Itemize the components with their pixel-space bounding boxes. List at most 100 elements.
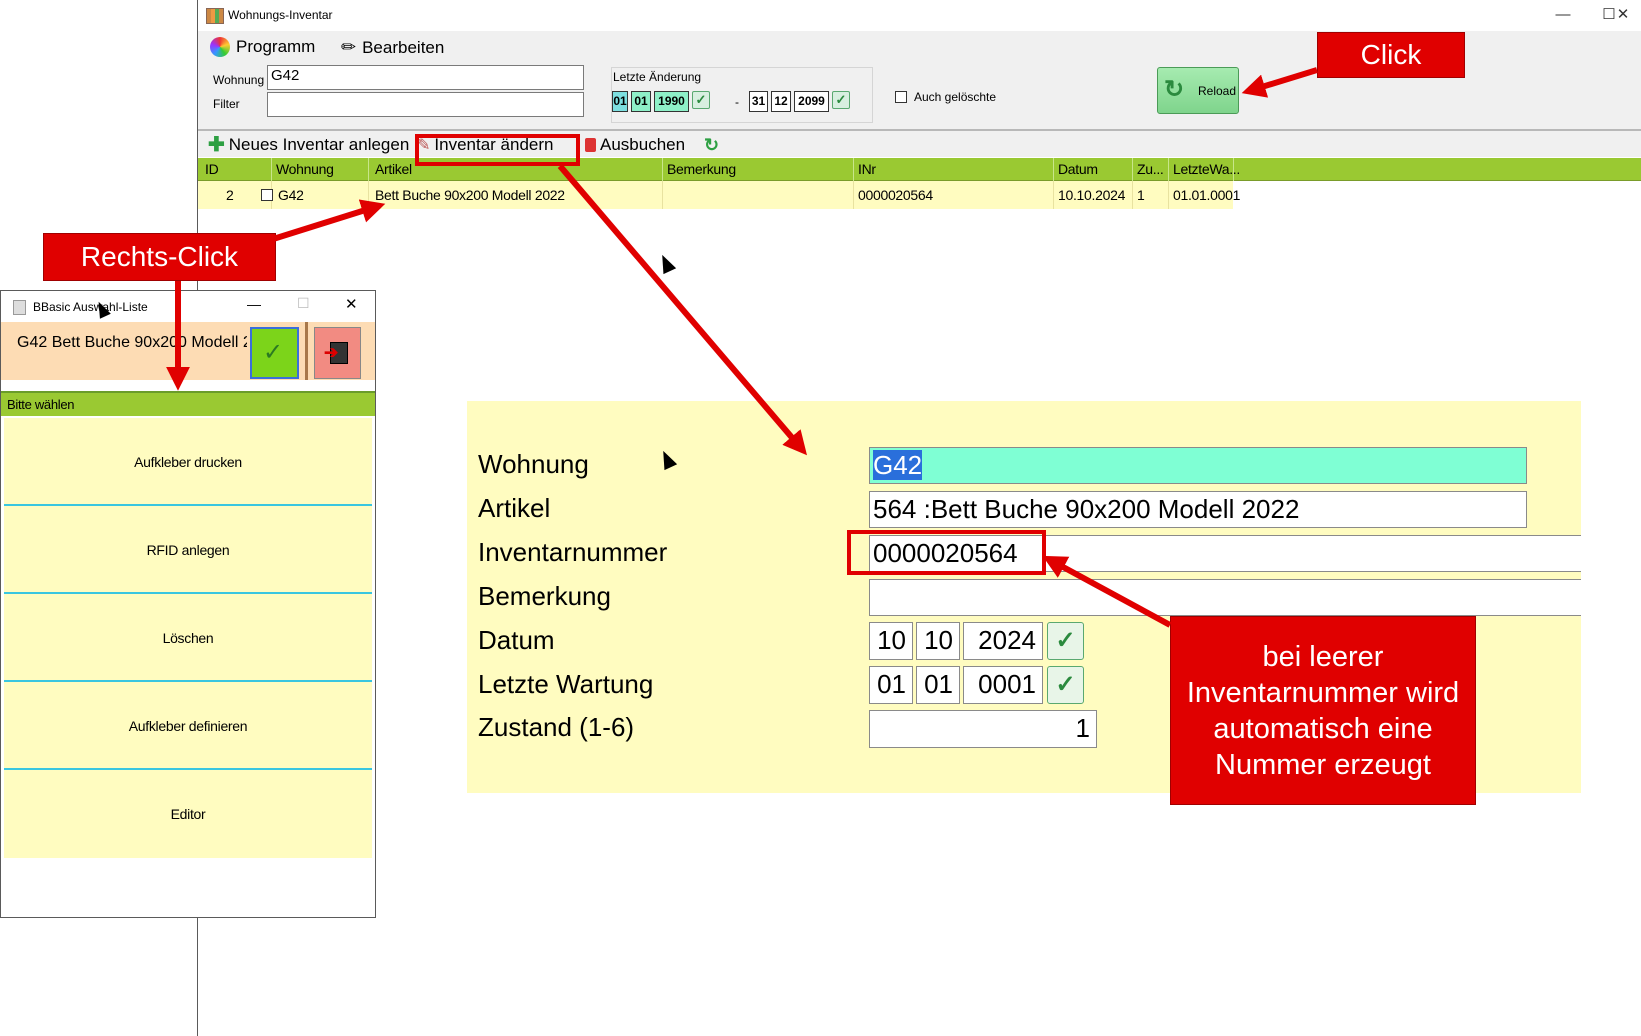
exit-button[interactable]: ➔ bbox=[314, 327, 361, 379]
calendar-icon[interactable]: ✓ bbox=[1047, 622, 1084, 660]
filter-label: Filter bbox=[213, 97, 240, 111]
calendar-icon[interactable]: ✓ bbox=[692, 91, 710, 109]
wartung-year-field[interactable]: 0001 bbox=[963, 666, 1043, 704]
menu-item-rfid[interactable]: RFID anlegen bbox=[4, 506, 372, 594]
right-click-callout: Rechts-Click bbox=[43, 233, 276, 281]
cell-artikel: Bett Buche 90x200 Modell 2022 bbox=[375, 187, 565, 203]
artikel-field[interactable]: 564 :Bett Buche 90x200 Modell 2022 bbox=[869, 491, 1527, 528]
artikel-label: Artikel bbox=[478, 493, 551, 523]
checkmark-icon: ✓ bbox=[263, 339, 284, 366]
to-day-field[interactable]: 31 bbox=[749, 91, 768, 112]
highlight-box bbox=[847, 530, 1046, 575]
from-day-field[interactable]: 01 bbox=[612, 91, 628, 112]
highlight-box bbox=[415, 134, 580, 166]
menu-item-print-sticker[interactable]: Aufkleber drucken bbox=[4, 418, 372, 506]
from-month-field[interactable]: 01 bbox=[631, 91, 651, 112]
wartung-month-field[interactable]: 01 bbox=[916, 666, 960, 704]
minimize-button[interactable]: — bbox=[1548, 4, 1578, 26]
new-inventory-button[interactable]: ✚ Neues Inventar anlegen bbox=[208, 135, 409, 155]
menu-item-editor[interactable]: Editor bbox=[4, 770, 372, 858]
column-divider bbox=[662, 158, 663, 181]
plus-icon: ✚ bbox=[208, 134, 225, 156]
column-divider bbox=[368, 181, 369, 209]
selection-window: BBasic Auswahl-Liste — ☐ ✕ G42 Bett Buch… bbox=[0, 290, 376, 918]
reload-button[interactable]: ↻ Reload bbox=[1157, 67, 1239, 114]
refresh-icon: ↻ bbox=[1164, 76, 1185, 103]
selection-header-text: G42 Bett Buche 90x200 Modell 2022 bbox=[17, 334, 247, 351]
column-header[interactable]: ID bbox=[205, 161, 219, 177]
column-divider bbox=[853, 181, 854, 209]
selection-divider bbox=[305, 322, 308, 380]
auto-number-callout: bei leerer Inventarnummer wird automatis… bbox=[1170, 616, 1476, 805]
cell-letzte-wartung: 01.01.0001 bbox=[1173, 187, 1241, 203]
menu-programm[interactable]: Programm bbox=[210, 37, 315, 57]
refresh-button[interactable]: ↻ bbox=[704, 135, 719, 156]
list-header-label: Bitte wählen bbox=[7, 397, 75, 412]
datum-day-field[interactable]: 10 bbox=[869, 622, 913, 660]
menu-item-define-sticker[interactable]: Aufkleber definieren bbox=[4, 682, 372, 770]
bemerkung-field[interactable] bbox=[869, 579, 1581, 616]
date-separator: - bbox=[735, 95, 739, 109]
last-change-panel: Letzte Änderung 01 01 1990 ✓ - 31 12 209… bbox=[611, 67, 873, 123]
column-divider bbox=[1132, 158, 1133, 181]
pencil-icon: ✏ bbox=[341, 37, 357, 57]
close-button[interactable]: ✕ bbox=[345, 295, 358, 313]
filter-input[interactable] bbox=[267, 92, 584, 117]
zustand-label: Zustand (1-6) bbox=[478, 712, 635, 742]
deleted-checkbox-label: Auch gelöschte bbox=[914, 90, 997, 104]
column-divider bbox=[1053, 158, 1054, 181]
app-icon bbox=[206, 8, 224, 24]
cell-wohnung: G42 bbox=[278, 187, 304, 203]
wohnung-selected-text: G42 bbox=[873, 450, 923, 480]
close-button[interactable]: ✕ bbox=[1608, 4, 1638, 26]
column-divider bbox=[368, 158, 369, 181]
cell-datum: 10.10.2024 bbox=[1058, 187, 1126, 203]
menu-bearbeiten[interactable]: ✏ Bearbeiten bbox=[341, 37, 444, 58]
datum-year-field[interactable]: 2024 bbox=[963, 622, 1043, 660]
last-change-label: Letzte Änderung bbox=[613, 70, 702, 84]
to-year-field[interactable]: 2099 bbox=[794, 91, 829, 112]
maximize-button[interactable]: ☐ bbox=[297, 295, 310, 312]
zustand-field[interactable]: 1 bbox=[869, 710, 1097, 748]
checkout-button[interactable]: Ausbuchen bbox=[585, 135, 685, 155]
color-wheel-icon bbox=[210, 37, 230, 57]
column-header[interactable]: INr bbox=[858, 161, 876, 177]
exit-arrow-icon: ➔ bbox=[324, 343, 339, 362]
column-divider bbox=[853, 158, 854, 181]
column-divider bbox=[1168, 158, 1169, 181]
bemerkung-label: Bemerkung bbox=[478, 581, 611, 611]
reload-label: Reload bbox=[1198, 84, 1237, 98]
calendar-icon[interactable]: ✓ bbox=[1047, 666, 1084, 704]
from-year-field[interactable]: 1990 bbox=[654, 91, 689, 112]
table-row[interactable]: 2 G42 Bett Buche 90x200 Modell 2022 0000… bbox=[198, 181, 1240, 209]
new-inventory-label: Neues Inventar anlegen bbox=[228, 135, 410, 154]
to-month-field[interactable]: 12 bbox=[771, 91, 791, 112]
column-header[interactable]: Datum bbox=[1058, 161, 1098, 177]
minimize-button[interactable]: — bbox=[247, 296, 261, 312]
wartung-day-field[interactable]: 01 bbox=[869, 666, 913, 704]
confirm-button[interactable]: ✓ bbox=[250, 327, 299, 379]
menu-programm-label: Programm bbox=[236, 37, 316, 56]
list-header: Bitte wählen bbox=[1, 391, 375, 416]
column-divider bbox=[662, 181, 663, 209]
column-divider bbox=[271, 158, 272, 181]
window-title: Wohnungs-Inventar bbox=[228, 8, 333, 22]
column-header[interactable]: Bemerkung bbox=[667, 161, 736, 177]
checkout-label: Ausbuchen bbox=[600, 135, 686, 154]
selection-window-title: BBasic Auswahl-Liste bbox=[33, 300, 148, 314]
column-header[interactable]: LetzteWa... bbox=[1173, 161, 1240, 177]
column-header[interactable]: Wohnung bbox=[276, 161, 334, 177]
menu-item-delete[interactable]: Löschen bbox=[4, 594, 372, 682]
deleted-checkbox[interactable] bbox=[895, 91, 907, 103]
column-header[interactable]: Zu... bbox=[1137, 161, 1164, 177]
datum-month-field[interactable]: 10 bbox=[916, 622, 960, 660]
calendar-icon[interactable]: ✓ bbox=[832, 91, 850, 109]
column-header[interactable]: Artikel bbox=[375, 161, 412, 177]
app-icon bbox=[13, 300, 26, 315]
row-checkbox[interactable] bbox=[261, 189, 273, 201]
wohnung-input[interactable]: G42 bbox=[267, 65, 584, 90]
wartung-label: Letzte Wartung bbox=[478, 669, 654, 699]
column-divider bbox=[1053, 181, 1054, 209]
wohnung-label: Wohnung bbox=[213, 73, 265, 87]
wohnung-field[interactable]: G42 bbox=[869, 447, 1527, 484]
